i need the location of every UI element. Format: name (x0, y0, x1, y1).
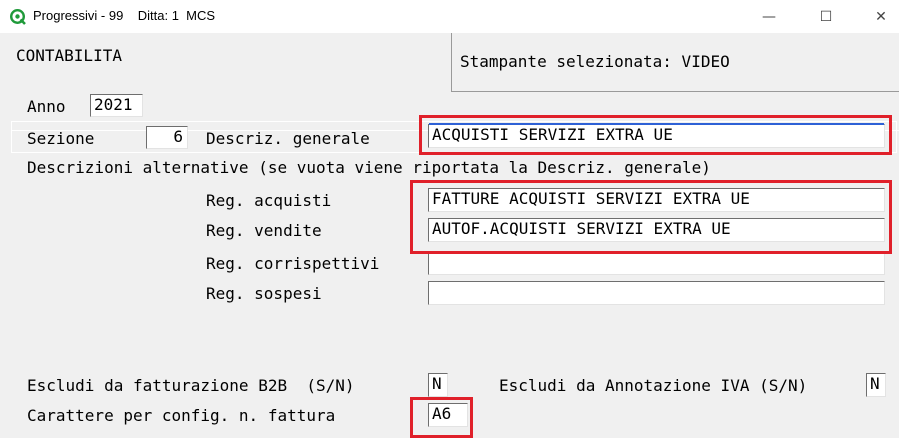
section-title: CONTABILITA (16, 46, 122, 65)
close-button[interactable]: ✕ (861, 4, 899, 30)
highlight-registri (410, 180, 892, 254)
highlight-descr-generale (419, 115, 892, 155)
app-logo-icon (10, 9, 26, 25)
sezione-label: Sezione (27, 129, 95, 148)
escludi-iva-label: Escludi da Annotazione IVA (S/N) (499, 376, 808, 395)
reg-sospesi-input[interactable] (428, 281, 885, 305)
highlight-carattere (410, 397, 473, 438)
printer-status: Stampante selezionata: VIDEO (460, 52, 730, 71)
alt-descriptions-note: Descrizioni alternative (se vuota viene … (27, 158, 711, 177)
anno-label: Anno (27, 97, 66, 116)
reg-vendite-label: Reg. vendite (206, 221, 322, 240)
title-bar: Progressivi - 99 Ditta: 1 MCS — ☐ ✕ (0, 0, 899, 33)
sezione-input[interactable]: 6 (146, 126, 188, 149)
reg-acquisti-label: Reg. acquisti (206, 191, 332, 210)
reg-sospesi-label: Reg. sospesi (206, 284, 322, 303)
descr-generale-label: Descriz. generale (206, 129, 370, 148)
reg-corrispettivi-input[interactable] (428, 251, 885, 275)
window-title: Progressivi - 99 Ditta: 1 MCS (33, 8, 216, 23)
escludi-b2b-input[interactable]: N (428, 373, 448, 397)
escludi-b2b-label: Escludi da fatturazione B2B (S/N) (27, 376, 355, 395)
escludi-iva-input[interactable]: N (866, 373, 886, 397)
maximize-button[interactable]: ☐ (806, 4, 846, 30)
minimize-button[interactable]: — (749, 4, 789, 30)
reg-corrispettivi-label: Reg. corrispettivi (206, 254, 380, 273)
anno-input[interactable]: 2021 (90, 94, 143, 117)
form-area: CONTABILITA Stampante selezionata: VIDEO… (0, 33, 899, 438)
carattere-label: Carattere per config. n. fattura (27, 406, 336, 425)
printer-panel: Stampante selezionata: VIDEO (451, 33, 899, 92)
